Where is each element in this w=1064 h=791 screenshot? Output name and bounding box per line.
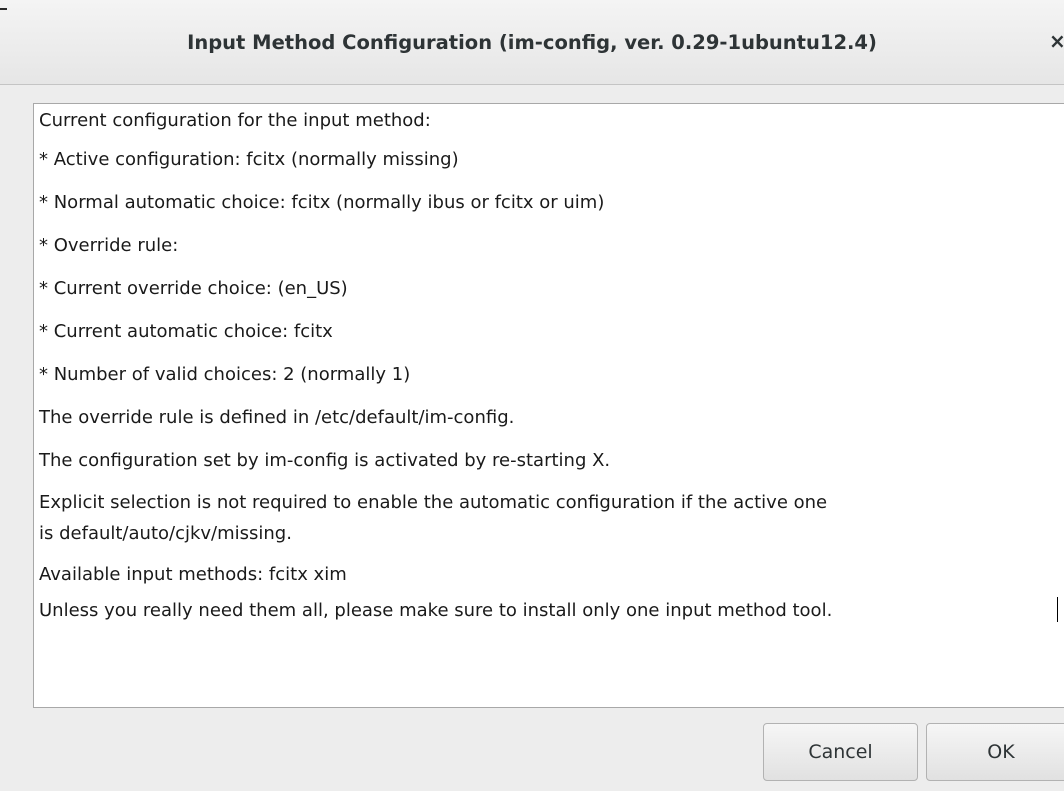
text-line: Explicit selection is not required to en… [39, 492, 828, 513]
text-line: * Current automatic choice: fcitx [39, 321, 333, 342]
text-line: * Active configuration: fcitx (normally … [39, 149, 459, 170]
text-caret [1057, 597, 1058, 622]
text-line: Current configuration for the input meth… [39, 110, 431, 131]
cancel-button[interactable]: Cancel [763, 723, 918, 781]
text-line: The override rule is defined in /etc/def… [39, 407, 515, 428]
text-line: * Override rule: [39, 235, 179, 256]
ok-button[interactable]: OK [926, 723, 1064, 781]
close-icon[interactable]: × [1049, 29, 1064, 53]
configuration-text-view[interactable]: Current configuration for the input meth… [33, 103, 1064, 708]
text-line: * Normal automatic choice: fcitx (normal… [39, 192, 605, 213]
text-line: Unless you really need them all, please … [39, 600, 833, 621]
text-line: Available input methods: fcitx xim [39, 564, 347, 585]
text-line: * Current override choice: (en_US) [39, 278, 348, 299]
dialog-title: Input Method Configuration (im-config, v… [187, 31, 877, 54]
text-line: * Number of valid choices: 2 (normally 1… [39, 364, 411, 385]
text-line: The configuration set by im-config is ac… [39, 450, 611, 471]
title-bar[interactable]: Input Method Configuration (im-config, v… [0, 0, 1064, 85]
text-line: is default/auto/cjkv/missing. [39, 523, 292, 544]
dialog-window: Input Method Configuration (im-config, v… [0, 0, 1064, 791]
window-corner-mark [0, 8, 7, 10]
